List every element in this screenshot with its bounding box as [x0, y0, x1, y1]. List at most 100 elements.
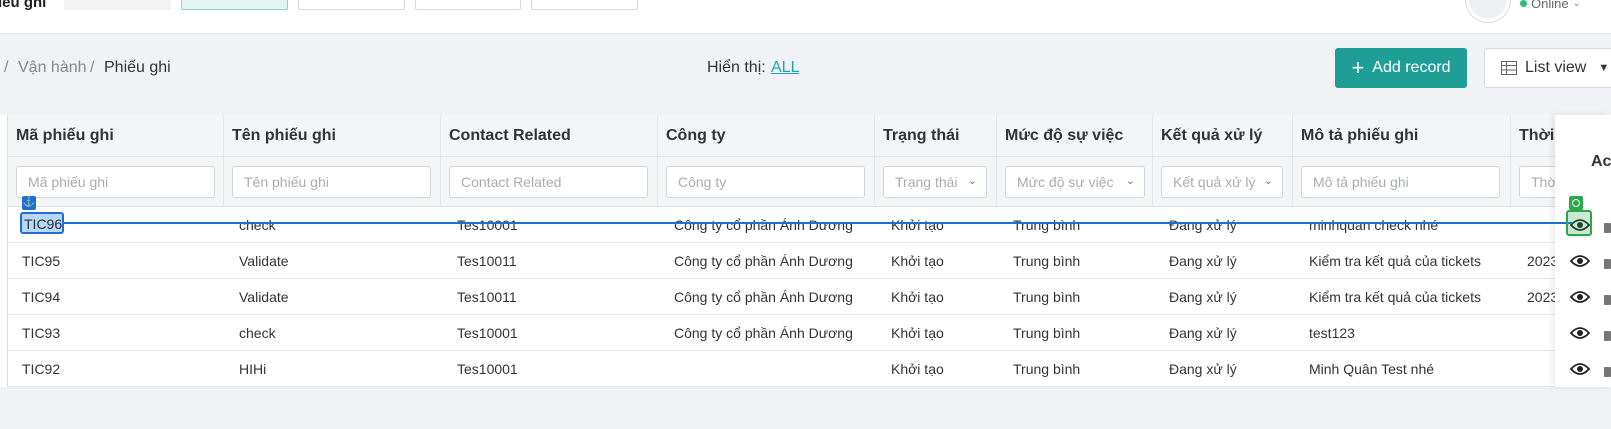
cell-status: Khởi tạo [891, 325, 944, 341]
filter-cell: Công ty [658, 157, 875, 207]
cell-description: minhquan check nhé [1309, 217, 1439, 233]
cell-code[interactable]: TIC93 [22, 325, 60, 341]
edit-icon[interactable] [1604, 259, 1611, 269]
edit-icon[interactable] [1604, 331, 1611, 341]
breadcrumb-separator: / [4, 59, 9, 76]
cell-name: Validate [239, 253, 289, 269]
table-row[interactable]: TIC94 Validate Tes10011 Công ty cổ phần … [0, 279, 1560, 315]
display-filter-link[interactable]: ALL [771, 59, 799, 77]
top-tab-2[interactable] [181, 0, 288, 10]
chevron-down-icon: ⌄ [1263, 175, 1273, 187]
view-eye-icon[interactable] [1570, 254, 1590, 268]
chevron-down-icon: ⌄ [1572, 0, 1581, 9]
cell-status: Khởi tạo [891, 217, 944, 233]
plus-icon: + [1351, 55, 1365, 80]
cell-code[interactable]: TIC92 [22, 361, 60, 377]
top-tab-4[interactable] [415, 0, 521, 10]
breadcrumb-item-current: Phiếu ghi [104, 59, 171, 76]
filter-cell: Mã phiếu ghi [8, 157, 224, 207]
column-header-description[interactable]: Mô tả phiếu ghi [1293, 115, 1511, 157]
top-tab-3[interactable] [298, 0, 405, 10]
selected-cell-highlight[interactable]: TIC96 [20, 212, 64, 234]
view-eye-icon[interactable] [1570, 290, 1590, 304]
cell-severity: Trung bình [1013, 289, 1081, 305]
view-eye-icon[interactable] [1570, 362, 1590, 376]
cell-contact[interactable]: Tes10001 [457, 361, 518, 377]
cell-company: Công ty cổ phần Ánh Dương [674, 217, 853, 233]
column-header-result[interactable]: Kết quả xử lý [1153, 115, 1293, 157]
filter-status-placeholder: Trạng thái [895, 174, 958, 190]
cell-status: Khởi tạo [891, 289, 944, 305]
column-header-company[interactable]: Công ty [658, 115, 875, 157]
cell-status: Khởi tạo [891, 361, 944, 377]
top-tab-1[interactable] [64, 0, 171, 10]
cell-result: Đang xử lý [1169, 253, 1237, 269]
filter-company-input[interactable]: Công ty [666, 166, 865, 198]
drag-connector-line [32, 222, 1572, 224]
chevron-down-icon: ⌄ [1125, 175, 1135, 187]
drop-target-highlight[interactable] [1566, 210, 1592, 236]
filter-cell: Tên phiếu ghi [224, 157, 441, 207]
caret-down-icon: ▼ [1598, 62, 1610, 74]
cell-result: Đang xử lý [1169, 217, 1237, 233]
cell-description: Minh Quân Test nhé [1309, 361, 1435, 377]
filter-result-select[interactable]: Kết quả xử lý ⌄ [1161, 166, 1283, 198]
list-view-dropdown[interactable]: List view ▼ [1484, 48, 1611, 88]
cell-severity: Trung bình [1013, 217, 1081, 233]
cell-severity: Trung bình [1013, 361, 1081, 377]
edit-icon[interactable] [1604, 367, 1611, 377]
cell-severity: Trung bình [1013, 253, 1081, 269]
cell-company: Công ty cổ phần Ánh Dương [674, 253, 853, 269]
filter-severity-select[interactable]: Mức độ sự việc ⌄ [1005, 166, 1145, 198]
add-record-button[interactable]: + Add record [1335, 48, 1467, 88]
table-row[interactable]: TIC92 HIHi Tes10001 Khởi tạo Trung bình … [0, 351, 1560, 387]
breadcrumb-item-operations[interactable]: Vận hành [18, 59, 87, 77]
target-icon [1569, 196, 1583, 210]
column-header-contact[interactable]: Contact Related [441, 115, 658, 157]
anchor-icon: ⚓ [22, 196, 36, 210]
filter-contact-input[interactable]: Contact Related [449, 166, 648, 198]
cell-contact[interactable]: Tes10011 [457, 253, 517, 269]
filter-cell: Mức độ sự việc ⌄ [997, 157, 1153, 207]
cell-status: Khởi tạo [891, 253, 944, 269]
filter-description-input[interactable]: Mô tả phiếu ghi [1301, 166, 1500, 198]
view-eye-icon[interactable] [1570, 326, 1590, 340]
chevron-down-icon: ⌄ [967, 175, 977, 187]
filter-name-input[interactable]: Tên phiếu ghi [232, 166, 431, 198]
table-row[interactable]: TIC95 Validate Tes10011 Công ty cổ phần … [0, 243, 1560, 279]
cell-code[interactable]: TIC95 [22, 253, 60, 269]
top-bar: iếu ghi Online ⌄ [0, 0, 1611, 34]
filter-cell: Kết quả xử lý ⌄ [1153, 157, 1293, 207]
cell-result: Đang xử lý [1169, 325, 1237, 341]
cell-contact[interactable]: Tes10011 [457, 289, 517, 305]
status-indicator[interactable]: Online ⌄ [1520, 0, 1581, 11]
cell-contact[interactable]: Tes10001 [457, 217, 518, 233]
filter-cell: Trạng thái ⌄ [875, 157, 997, 207]
table-row[interactable]: TIC93 check Tes10001 Công ty cổ phần Ánh… [0, 315, 1560, 351]
column-header-actions: Ac [1591, 153, 1611, 170]
column-header-code[interactable]: Mã phiếu ghi [8, 115, 224, 157]
avatar[interactable] [1466, 0, 1510, 22]
cell-name: check [239, 217, 276, 233]
filter-cell: Mô tả phiếu ghi [1293, 157, 1511, 207]
bell-icon[interactable] [1396, 0, 1416, 6]
edit-icon[interactable] [1604, 295, 1611, 305]
edit-icon[interactable] [1604, 223, 1611, 233]
column-header-status[interactable]: Trạng thái [875, 115, 997, 157]
cell-description: Kiểm tra kết quả của tickets [1309, 253, 1481, 269]
filter-status-select[interactable]: Trạng thái ⌄ [883, 166, 987, 198]
filter-cell: Contact Related [441, 157, 658, 207]
cell-company: Công ty cổ phần Ánh Dương [674, 325, 853, 341]
cell-time: 2023 [1527, 289, 1559, 305]
table-row[interactable]: TIC96 check Tes10001 Công ty cổ phần Ánh… [0, 207, 1560, 243]
filter-code-input[interactable]: Mã phiếu ghi [16, 166, 215, 198]
add-record-label: Add record [1372, 59, 1451, 76]
column-header-name[interactable]: Tên phiếu ghi [224, 115, 441, 157]
cell-contact[interactable]: Tes10001 [457, 325, 518, 341]
cell-code[interactable]: TIC94 [22, 289, 60, 305]
cell-name: check [239, 325, 276, 341]
cell-result: Đang xử lý [1169, 289, 1237, 305]
column-header-severity[interactable]: Mức độ sự việc [997, 115, 1153, 157]
top-tab-5[interactable] [531, 0, 638, 10]
cell-severity: Trung bình [1013, 325, 1081, 341]
